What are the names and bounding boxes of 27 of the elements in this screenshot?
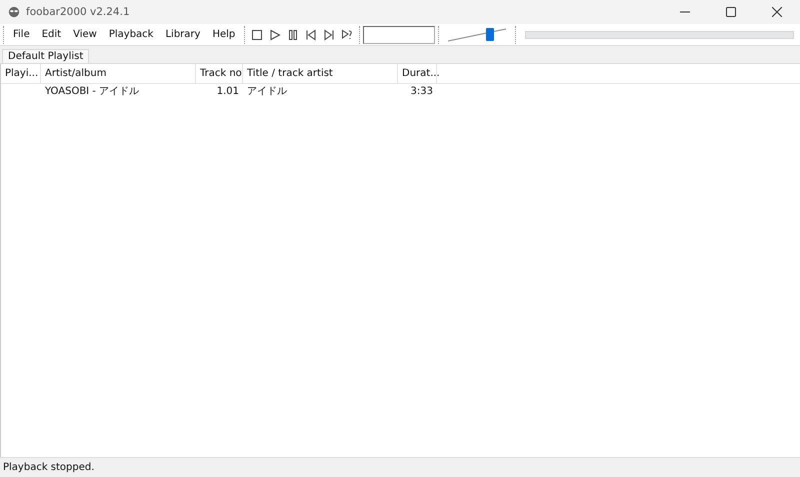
column-header[interactable]: Title / track artist <box>243 64 398 83</box>
next-icon[interactable] <box>323 28 336 40</box>
column-header[interactable]: Track no <box>196 64 243 83</box>
menu-item[interactable]: Playback <box>102 29 160 40</box>
playlist-row[interactable]: YOASOBI - アイドル 1.01 アイドル 3:33 <box>1 84 800 100</box>
table-cell: YOASOBI - アイドル <box>45 86 140 97</box>
menu-item[interactable]: Library <box>159 29 206 40</box>
maximize-icon[interactable] <box>726 7 736 17</box>
column-header[interactable]: Artist/album <box>41 64 196 83</box>
close-icon[interactable] <box>772 7 782 17</box>
random-icon[interactable] <box>341 28 354 40</box>
window-title: foobar2000 v2.24.1 <box>26 6 130 18</box>
menu-item[interactable]: Edit <box>36 29 68 40</box>
menu-item[interactable]: View <box>67 29 103 40</box>
stop-icon[interactable] <box>251 28 264 40</box>
table-cell: 1.01 <box>216 86 239 97</box>
column-header[interactable]: Playi... <box>1 64 41 83</box>
playback-order-field[interactable] <box>363 26 436 44</box>
column-header[interactable]: Durat... <box>398 64 437 83</box>
previous-icon[interactable] <box>305 28 318 40</box>
menu-item[interactable]: Help <box>206 29 242 40</box>
playlist-tab[interactable]: Default Playlist <box>2 49 90 63</box>
table-cell: 3:33 <box>410 86 433 97</box>
table-cell: アイドル <box>247 86 287 97</box>
menu-item[interactable]: File <box>7 29 36 40</box>
pause-icon[interactable] <box>287 28 300 40</box>
play-icon[interactable] <box>269 28 282 40</box>
